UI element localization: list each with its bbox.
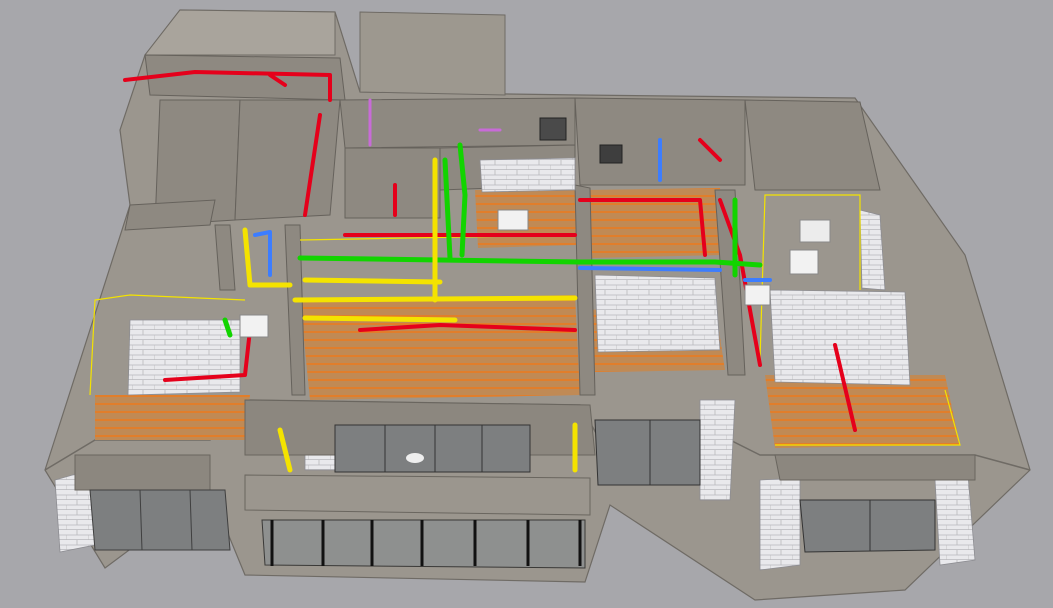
mep-3d-scene [44, 9, 1031, 601]
balcony-slab [244, 474, 591, 516]
living-room-floor [300, 295, 580, 400]
bedroom-left-floor [95, 395, 250, 440]
bedroom-right-floor [765, 375, 960, 448]
